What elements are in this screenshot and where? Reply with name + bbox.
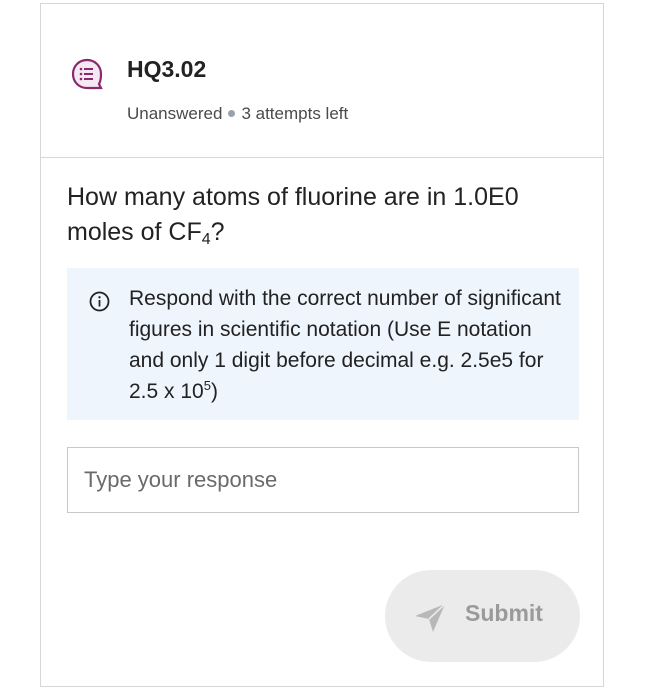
info-box: Respond with the correct number of signi… [67, 268, 579, 420]
info-text-superscript: 5 [203, 378, 211, 393]
info-text: Respond with the correct number of signi… [129, 283, 569, 407]
question-id: HQ3.02 [127, 56, 207, 82]
separator-dot [228, 109, 236, 117]
info-text-end: ) [210, 380, 218, 403]
question-text-main: How many atoms of fluorine are in 1.0E0 … [67, 183, 519, 246]
question-text: How many atoms of fluorine are in 1.0E0 … [67, 180, 577, 250]
question-text-subscript: 4 [201, 231, 211, 248]
question-header: HQ3.02 Unanswered 3 attempts left [41, 4, 603, 158]
submit-button[interactable]: Submit [385, 570, 580, 662]
info-icon [89, 291, 110, 312]
question-list-icon [71, 58, 103, 90]
attempts-left: 3 attempts left [241, 104, 349, 123]
response-input[interactable] [67, 447, 579, 513]
submit-label: Submit [465, 600, 543, 626]
question-card: HQ3.02 Unanswered 3 attempts left How man… [40, 3, 604, 687]
status-text: Unanswered [127, 104, 223, 123]
question-text-end: ? [210, 218, 225, 246]
info-text-main: Respond with the correct number of signi… [129, 287, 561, 403]
send-icon [415, 603, 446, 632]
question-status-line: Unanswered 3 attempts left [127, 104, 348, 124]
